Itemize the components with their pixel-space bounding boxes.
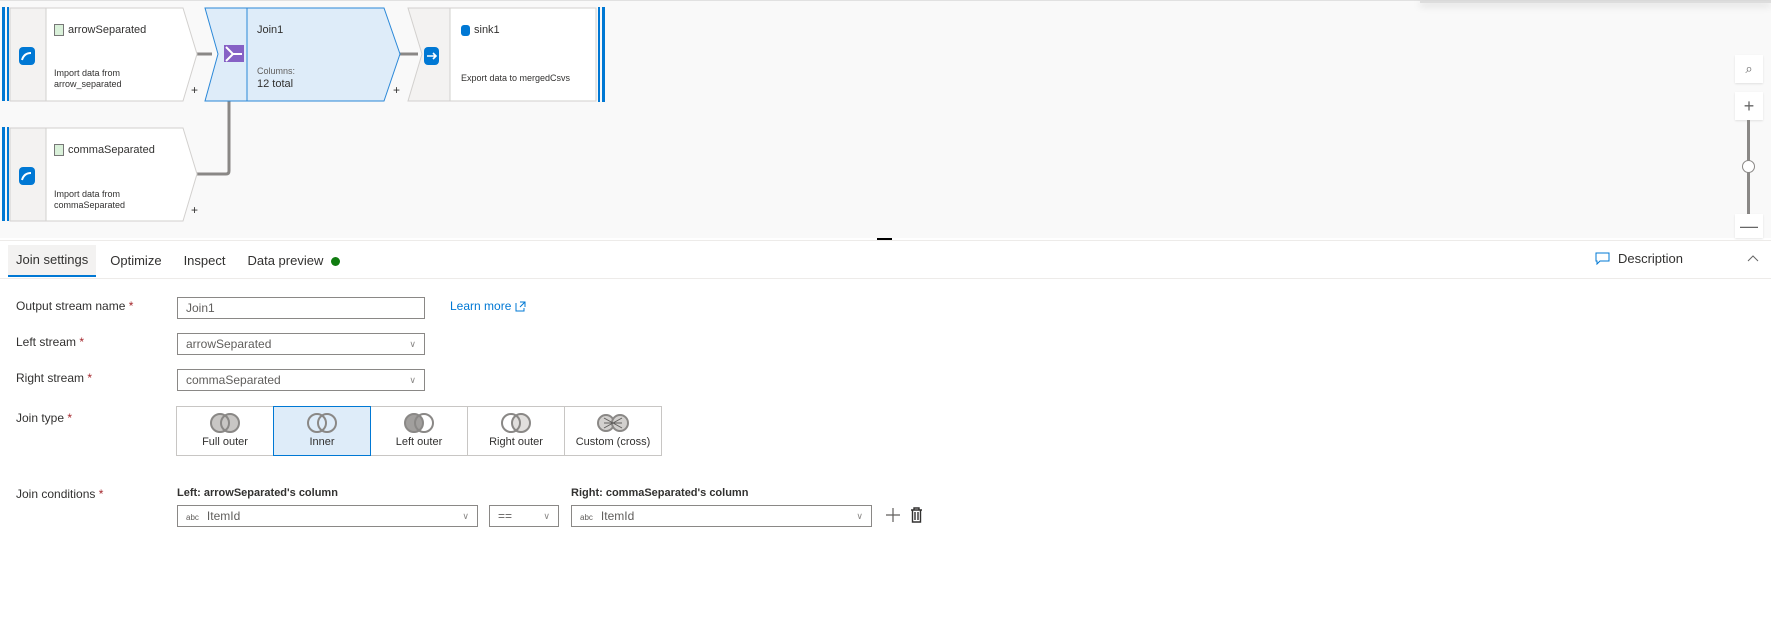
comment-icon xyxy=(1595,252,1610,265)
join-type-label: Join type * xyxy=(16,411,73,425)
settings-panel: Join settings Optimize Inspect Data prev… xyxy=(0,240,1771,631)
zoom-slider-thumb[interactable] xyxy=(1742,160,1755,173)
description-label: Description xyxy=(1617,251,1683,266)
sink-database-icon xyxy=(424,47,439,65)
node-desc: Export data to mergedCsvs xyxy=(461,73,571,83)
tab-bar: Join settings Optimize Inspect Data prev… xyxy=(8,245,354,277)
join-type-left-outer[interactable]: Left outer xyxy=(370,406,468,456)
tab-optimize[interactable]: Optimize xyxy=(102,245,169,277)
tab-label: Data preview xyxy=(247,253,324,268)
right-stream-value: commaSeparated xyxy=(186,373,281,387)
tab-data-preview[interactable]: Data preview xyxy=(239,245,348,277)
join-conditions-label: Join conditions * xyxy=(16,487,104,501)
csv-file-icon xyxy=(54,144,64,156)
tab-inspect[interactable]: Inspect xyxy=(176,245,234,277)
node-sink1[interactable]: sink1 Export data to mergedCsvs xyxy=(407,7,607,102)
node-arrowSeparated[interactable]: arrowSeparated Import data from arrow_sep… xyxy=(2,7,202,102)
trash-icon xyxy=(911,507,922,523)
left-column-dropdown[interactable]: abc ItemId ∨ xyxy=(177,505,478,527)
chevron-down-icon: ∨ xyxy=(856,510,863,521)
join-type-full-outer[interactable]: Full outer xyxy=(176,406,274,456)
left-stream-dropdown[interactable]: arrowSeparated ∨ xyxy=(177,333,425,355)
chevron-down-icon: ∨ xyxy=(462,510,469,521)
external-link-icon xyxy=(515,301,526,311)
full-outer-join-icon xyxy=(210,413,240,433)
data-flow-canvas[interactable]: arrowSeparated Import data from arrow_sep… xyxy=(0,0,1771,238)
add-transform-button[interactable]: + xyxy=(393,83,400,97)
output-stream-input[interactable]: Join1 xyxy=(177,297,425,319)
learn-more-link[interactable]: Learn more xyxy=(450,299,526,313)
right-stream-label: Right stream * xyxy=(16,371,93,385)
string-type-icon: abc xyxy=(186,513,199,522)
left-stream-label: Left stream * xyxy=(16,335,85,349)
source-database-icon xyxy=(19,167,35,185)
cross-join-icon xyxy=(597,414,629,432)
add-condition-button[interactable] xyxy=(885,507,901,528)
tab-label: Optimize xyxy=(110,253,162,268)
join-type-inner[interactable]: Inner xyxy=(273,406,371,456)
right-column-header: Right: commaSeparated's column xyxy=(571,487,749,499)
zoom-out-button[interactable]: — xyxy=(1735,214,1763,238)
right-column-dropdown[interactable]: abc ItemId ∨ xyxy=(571,505,872,527)
columns-value: 12 total xyxy=(257,78,294,90)
chevron-down-icon: ∨ xyxy=(409,338,416,349)
operator-dropdown[interactable]: == ∨ xyxy=(489,505,559,527)
node-desc: commaSeparated xyxy=(54,200,126,210)
left-column-header: Left: arrowSeparated's column xyxy=(177,487,338,499)
description-button[interactable]: Description xyxy=(1595,251,1683,266)
output-stream-label: Output stream name * xyxy=(16,299,134,313)
node-desc: Import data from xyxy=(54,189,121,199)
join-type-label: Full outer xyxy=(202,436,248,448)
tab-label: Inspect xyxy=(183,253,226,268)
node-title: sink1 xyxy=(474,24,500,36)
output-stream-value: Join1 xyxy=(186,301,215,315)
zoom-search-button[interactable]: ⌕ xyxy=(1735,55,1763,83)
tab-divider xyxy=(0,278,1771,279)
csv-file-icon xyxy=(54,24,64,36)
collapse-panel-button[interactable] xyxy=(1747,251,1759,265)
source-database-icon xyxy=(19,47,35,65)
tab-join-settings[interactable]: Join settings xyxy=(8,245,97,277)
plus-icon xyxy=(886,508,900,522)
right-outer-join-icon xyxy=(501,413,531,433)
node-title: commaSeparated xyxy=(68,144,155,156)
chevron-down-icon: ∨ xyxy=(409,374,416,385)
join-type-right-outer[interactable]: Right outer xyxy=(467,406,565,456)
search-icon: ⌕ xyxy=(1745,61,1753,76)
join-type-label: Inner xyxy=(309,436,335,448)
join-type-label: Custom (cross) xyxy=(575,436,651,448)
left-column-value: ItemId xyxy=(206,509,241,523)
status-dot-icon xyxy=(331,256,341,266)
tab-label: Join settings xyxy=(16,252,89,267)
node-title: arrowSeparated xyxy=(68,24,147,36)
node-desc: Import data from xyxy=(54,68,121,78)
inner-join-icon xyxy=(307,413,337,433)
node-commaSeparated[interactable]: commaSeparated Import data from commaSepa… xyxy=(2,127,202,222)
operator-value: == xyxy=(498,509,513,523)
chevron-down-icon: ∨ xyxy=(543,510,550,521)
join-icon xyxy=(224,45,244,62)
left-stream-value: arrowSeparated xyxy=(186,337,272,351)
left-outer-join-icon xyxy=(404,413,434,433)
join-type-custom-cross[interactable]: Custom (cross) xyxy=(564,406,662,456)
delete-condition-button[interactable] xyxy=(910,507,923,528)
node-title: Join1 xyxy=(257,24,284,36)
top-shadow-edge xyxy=(1420,1,1771,3)
right-stream-dropdown[interactable]: commaSeparated ∨ xyxy=(177,369,425,391)
chevron-up-icon xyxy=(1747,255,1759,262)
join-type-label: Right outer xyxy=(489,436,543,448)
zoom-in-button[interactable]: + xyxy=(1735,92,1763,120)
minus-icon: — xyxy=(1740,215,1758,236)
right-column-value: ItemId xyxy=(600,509,635,523)
node-Join1[interactable]: Join1 Columns: 12 total + xyxy=(204,7,406,102)
add-transform-button[interactable]: + xyxy=(191,203,198,217)
string-type-icon: abc xyxy=(580,513,593,522)
join-type-selector: Full outer Inner Left outer Right outer … xyxy=(176,406,662,456)
join-type-label: Left outer xyxy=(395,436,443,448)
node-desc: arrow_separated xyxy=(54,79,122,89)
plus-icon: + xyxy=(1743,95,1755,116)
sql-icon xyxy=(461,24,470,36)
add-transform-button[interactable]: + xyxy=(191,83,198,97)
columns-label: Columns: xyxy=(257,66,296,76)
